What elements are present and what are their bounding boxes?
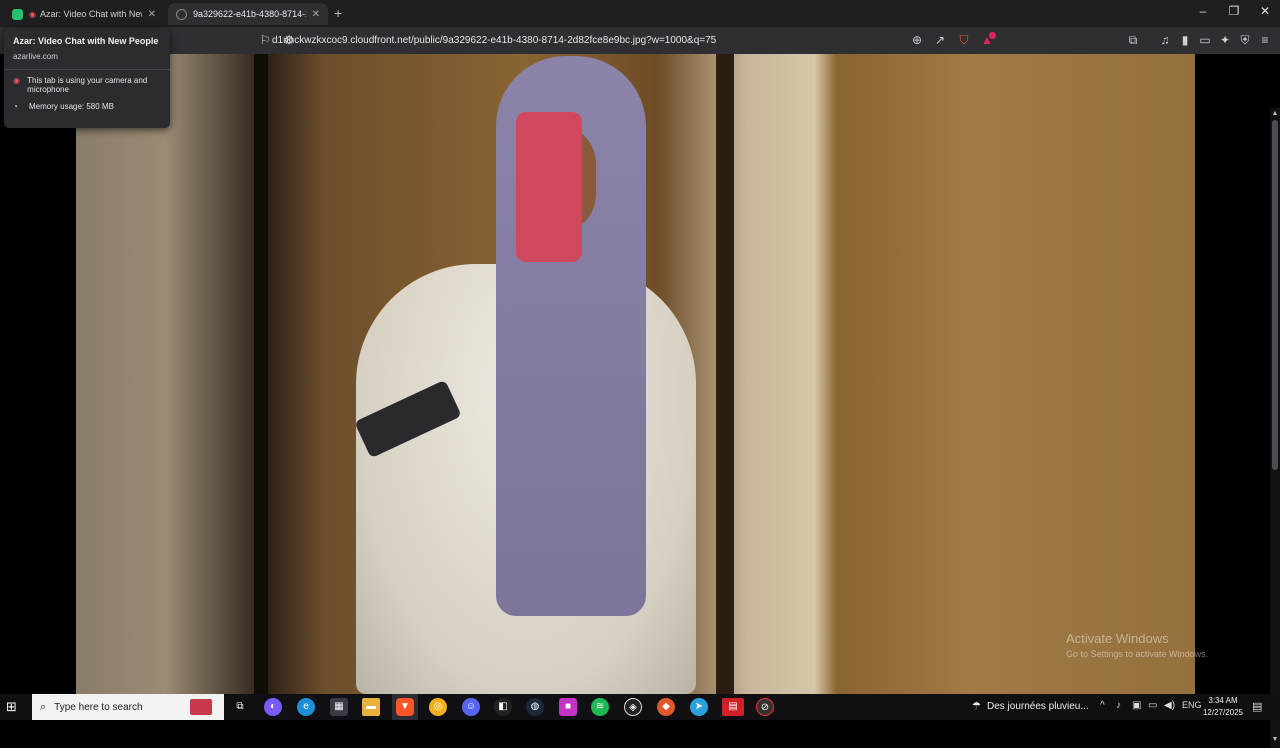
camera-notice: This tab is using your camera and microp…: [27, 76, 148, 94]
search-icon: ⌕: [40, 700, 47, 713]
url-text: d1unckwzkxcoc9.cloudfront.net/public/9a3…: [272, 35, 717, 46]
app-icon[interactable]: ◈: [624, 698, 642, 716]
recording-icon: ◉: [13, 76, 20, 85]
search-placeholder: Type here to search: [54, 701, 143, 713]
clock[interactable]: 3:34 AM 12/27/2025: [1202, 695, 1244, 719]
scroll-thumb[interactable]: [1272, 120, 1278, 470]
task-view-icon[interactable]: ⧉: [231, 698, 249, 716]
displayed-image: [76, 54, 1195, 694]
memory-usage: Memory usage: 580 MB: [29, 102, 114, 111]
tab-hover-card: Azar: Video Chat with New People azarliv…: [4, 28, 170, 128]
wallet-icon[interactable]: ▭: [1196, 31, 1214, 49]
notification-badge: [989, 32, 996, 39]
app-icon[interactable]: ▤: [722, 698, 744, 716]
windows-start-icon[interactable]: ⊞: [6, 699, 17, 715]
page-content: ▲ ▼: [0, 54, 1280, 748]
menu-icon[interactable]: ≡: [1256, 31, 1274, 49]
address-bar[interactable]: ⚙ d1unckwzkxcoc9.cloudfront.net/public/9…: [250, 30, 1000, 51]
screenshot-icon[interactable]: ⧉: [1124, 31, 1142, 49]
display-icon[interactable]: ▣: [1132, 700, 1141, 711]
site-info-icon[interactable]: ⚙: [280, 31, 298, 49]
leo-ai-icon[interactable]: ✦: [1216, 31, 1234, 49]
hbo-icon[interactable]: ■: [559, 698, 577, 716]
browser-toolbar: ⚐ ⚙ d1unckwzkxcoc9.cloudfront.net/public…: [0, 27, 1280, 54]
weather-text: Des journées pluvieu...: [986, 701, 1089, 712]
notifications-icon[interactable]: ▤: [1252, 700, 1262, 713]
phone: [516, 112, 582, 262]
globe-icon: [176, 8, 187, 20]
scrollbar[interactable]: ▲ ▼: [1270, 108, 1280, 748]
tab-image[interactable]: 9a329622-e41b-4380-8714-2d8 ✕: [168, 3, 328, 25]
steam-icon[interactable]: ◍: [526, 698, 544, 716]
telegram-icon[interactable]: ➤: [690, 698, 708, 716]
hover-card-domain: azarlive.com: [13, 52, 58, 61]
discord-icon[interactable]: ☺: [462, 698, 480, 716]
weather-widget[interactable]: ☂ Des journées pluvieu...: [972, 701, 1089, 712]
zoom-icon[interactable]: ⊕: [908, 31, 926, 49]
taskbar: ⊞ ⌕ Type here to search ⧉ ◐ e ▦ ▬ ▼ ◎ ☺ …: [0, 694, 1280, 720]
close-window-button[interactable]: ✕: [1250, 4, 1280, 18]
tab-label: 9a329622-e41b-4380-8714-2d8: [193, 9, 306, 19]
memory-icon: ◔: [13, 102, 18, 111]
tab-strip: ◉ Azar: Video Chat with New Pe ✕ 9a32962…: [0, 0, 1280, 27]
capcut-icon[interactable]: ◧: [494, 698, 512, 716]
date: 12/27/2025: [1202, 708, 1244, 717]
store-icon[interactable]: ▦: [330, 698, 348, 716]
media-icon[interactable]: ♫: [1156, 31, 1174, 49]
watermark-subtitle: Go to Settings to activate Windows.: [1066, 649, 1209, 659]
activate-windows-watermark: Activate Windows Go to Settings to activ…: [1066, 631, 1208, 659]
scroll-down-icon[interactable]: ▼: [1270, 736, 1280, 743]
time: 3:34 AM: [1208, 696, 1238, 705]
minimize-button[interactable]: –: [1188, 4, 1218, 18]
calendar-highlight-icon: [190, 699, 212, 715]
new-tab-button[interactable]: +: [334, 5, 342, 21]
door-frame: [254, 54, 268, 694]
divider: [4, 69, 170, 70]
app-icon[interactable]: ◆: [657, 698, 675, 716]
weather-rain-icon: ☂: [972, 701, 981, 712]
tab-azar[interactable]: ◉ Azar: Video Chat with New Pe ✕: [4, 3, 164, 25]
spotify-icon[interactable]: ≋: [591, 698, 609, 716]
close-tab-icon[interactable]: ✕: [148, 9, 156, 20]
tab-label: Azar: Video Chat with New Pe: [39, 9, 142, 19]
watermark-title: Activate Windows: [1066, 631, 1169, 646]
brave-icon[interactable]: ▼: [396, 698, 414, 716]
edge-icon[interactable]: e: [297, 698, 315, 716]
language-indicator[interactable]: ENG: [1182, 700, 1202, 710]
hover-card-title: Azar: Video Chat with New People: [13, 36, 159, 46]
microphone-icon[interactable]: ♪: [1116, 700, 1121, 711]
app-icon[interactable]: ⊘: [756, 698, 774, 716]
file-explorer-icon[interactable]: ▬: [362, 698, 380, 716]
recording-icon: ◉: [29, 9, 36, 19]
azar-icon: [12, 8, 23, 20]
close-tab-icon[interactable]: ✕: [312, 9, 320, 20]
volume-icon[interactable]: ◀): [1164, 700, 1175, 711]
brave-shield-icon[interactable]: ⛉: [955, 31, 973, 49]
chrome-icon[interactable]: ◎: [429, 698, 447, 716]
taskbar-search[interactable]: ⌕ Type here to search: [32, 694, 224, 720]
copilot-icon[interactable]: ◐: [264, 698, 282, 716]
vpn-icon[interactable]: ⛨: [1236, 31, 1254, 49]
show-hidden-icons[interactable]: ^: [1100, 700, 1105, 711]
network-icon[interactable]: ▭: [1148, 700, 1157, 711]
share-icon[interactable]: ↗: [931, 31, 949, 49]
restore-button[interactable]: ❐: [1219, 4, 1249, 18]
scroll-up-icon[interactable]: ▲: [1270, 110, 1280, 117]
door-frame: [716, 54, 734, 694]
sidebar-icon[interactable]: ▮: [1176, 31, 1194, 49]
